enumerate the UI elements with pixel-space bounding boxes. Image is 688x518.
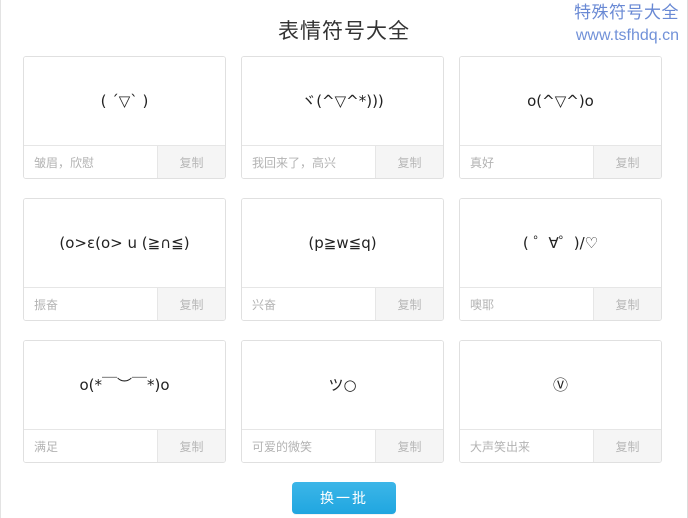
emoticon-card[interactable]: ツ○ 可爱的微笑 复制 [241, 340, 444, 463]
emoticon-label: 大声笑出来 [460, 430, 593, 462]
emoticon-text: (p≧w≦q) [308, 233, 377, 252]
copy-button[interactable]: 复制 [157, 430, 225, 462]
emoticon-card[interactable]: (p≧w≦q) 兴奋 复制 [241, 198, 444, 321]
emoticon-label: 兴奋 [242, 288, 375, 320]
emoticon-display: ツ○ [242, 341, 443, 429]
emoticon-card[interactable]: (o>ε(o> u (≧∩≦) 振奋 复制 [23, 198, 226, 321]
watermark-site-name: 特殊符号大全 [574, 3, 679, 23]
emoticon-text: ( ˊ▽ˋ ) [100, 91, 149, 110]
emoticon-label: 振奋 [24, 288, 157, 320]
emoticon-display: (p≧w≦q) [242, 199, 443, 287]
emoticon-display: ( ゜∀゜)/♡ [460, 199, 661, 287]
emoticon-card[interactable]: ヾ(^▽^*))) 我回来了，高兴 复制 [241, 56, 444, 179]
emoticon-label: 皱眉，欣慰 [24, 146, 157, 178]
site-watermark: 特殊符号大全 www.tsfhdq.cn [574, 2, 679, 47]
emoticon-label: 噢耶 [460, 288, 593, 320]
emoticon-display: ヾ(^▽^*))) [242, 57, 443, 145]
emoticon-card[interactable]: o(^▽^)o 真好 复制 [459, 56, 662, 179]
emoticon-display: ( ˊ▽ˋ ) [24, 57, 225, 145]
card-footer: 振奋 复制 [24, 287, 225, 320]
emoticon-card[interactable]: ( ˊ▽ˋ ) 皱眉，欣慰 复制 [23, 56, 226, 179]
refresh-row: 换一批 [1, 482, 687, 514]
card-footer: 噢耶 复制 [460, 287, 661, 320]
card-footer: 我回来了，高兴 复制 [242, 145, 443, 178]
emoticon-card[interactable]: o(*￣︶￣*)o 满足 复制 [23, 340, 226, 463]
emoticon-card[interactable]: ( ゜∀゜)/♡ 噢耶 复制 [459, 198, 662, 321]
page-container: 表情符号大全 特殊符号大全 www.tsfhdq.cn ( ˊ▽ˋ ) 皱眉，欣… [0, 0, 688, 518]
copy-button[interactable]: 复制 [593, 146, 661, 178]
emoticon-text: ヾ(^▽^*))) [301, 91, 384, 110]
watermark-site-url: www.tsfhdq.cn [575, 26, 679, 44]
emoticon-text: Ⓥ [552, 375, 568, 394]
card-footer: 满足 复制 [24, 429, 225, 462]
emoticon-label: 满足 [24, 430, 157, 462]
emoticon-display: o(^▽^)o [460, 57, 661, 145]
emoticon-grid: ( ˊ▽ˋ ) 皱眉，欣慰 复制 ヾ(^▽^*))) 我回来了，高兴 复制 o(… [1, 56, 688, 482]
card-footer: 皱眉，欣慰 复制 [24, 145, 225, 178]
emoticon-display: Ⓥ [460, 341, 661, 429]
copy-button[interactable]: 复制 [375, 288, 443, 320]
emoticon-display: o(*￣︶￣*)o [24, 341, 225, 429]
copy-button[interactable]: 复制 [593, 288, 661, 320]
page-header: 表情符号大全 特殊符号大全 www.tsfhdq.cn [1, 0, 687, 56]
emoticon-text: (o>ε(o> u (≧∩≦) [59, 233, 190, 252]
card-footer: 兴奋 复制 [242, 287, 443, 320]
emoticon-text: o(^▽^)o [527, 91, 594, 110]
emoticon-text: o(*￣︶￣*)o [79, 375, 170, 394]
emoticon-display: (o>ε(o> u (≧∩≦) [24, 199, 225, 287]
copy-button[interactable]: 复制 [375, 146, 443, 178]
emoticon-text: ( ゜∀゜)/♡ [522, 233, 599, 252]
card-footer: 真好 复制 [460, 145, 661, 178]
card-footer: 大声笑出来 复制 [460, 429, 661, 462]
emoticon-label: 我回来了，高兴 [242, 146, 375, 178]
emoticon-card[interactable]: Ⓥ 大声笑出来 复制 [459, 340, 662, 463]
emoticon-label: 可爱的微笑 [242, 430, 375, 462]
emoticon-label: 真好 [460, 146, 593, 178]
copy-button[interactable]: 复制 [593, 430, 661, 462]
copy-button[interactable]: 复制 [157, 288, 225, 320]
card-footer: 可爱的微笑 复制 [242, 429, 443, 462]
copy-button[interactable]: 复制 [375, 430, 443, 462]
copy-button[interactable]: 复制 [157, 146, 225, 178]
emoticon-text: ツ○ [328, 375, 357, 394]
refresh-batch-button[interactable]: 换一批 [292, 482, 396, 514]
